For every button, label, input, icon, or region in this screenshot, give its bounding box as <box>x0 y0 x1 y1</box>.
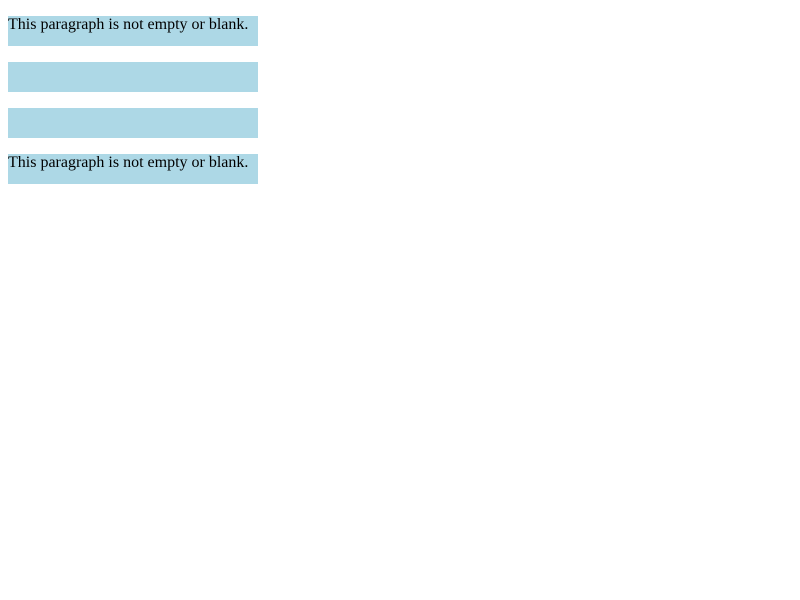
paragraph-3-blank <box>8 108 258 138</box>
paragraph-4: This paragraph is not empty or blank. <box>8 154 258 184</box>
paragraph-2-empty <box>8 62 258 92</box>
paragraph-1: This paragraph is not empty or blank. <box>8 16 258 46</box>
page-content: This paragraph is not empty or blank. Th… <box>0 0 800 184</box>
